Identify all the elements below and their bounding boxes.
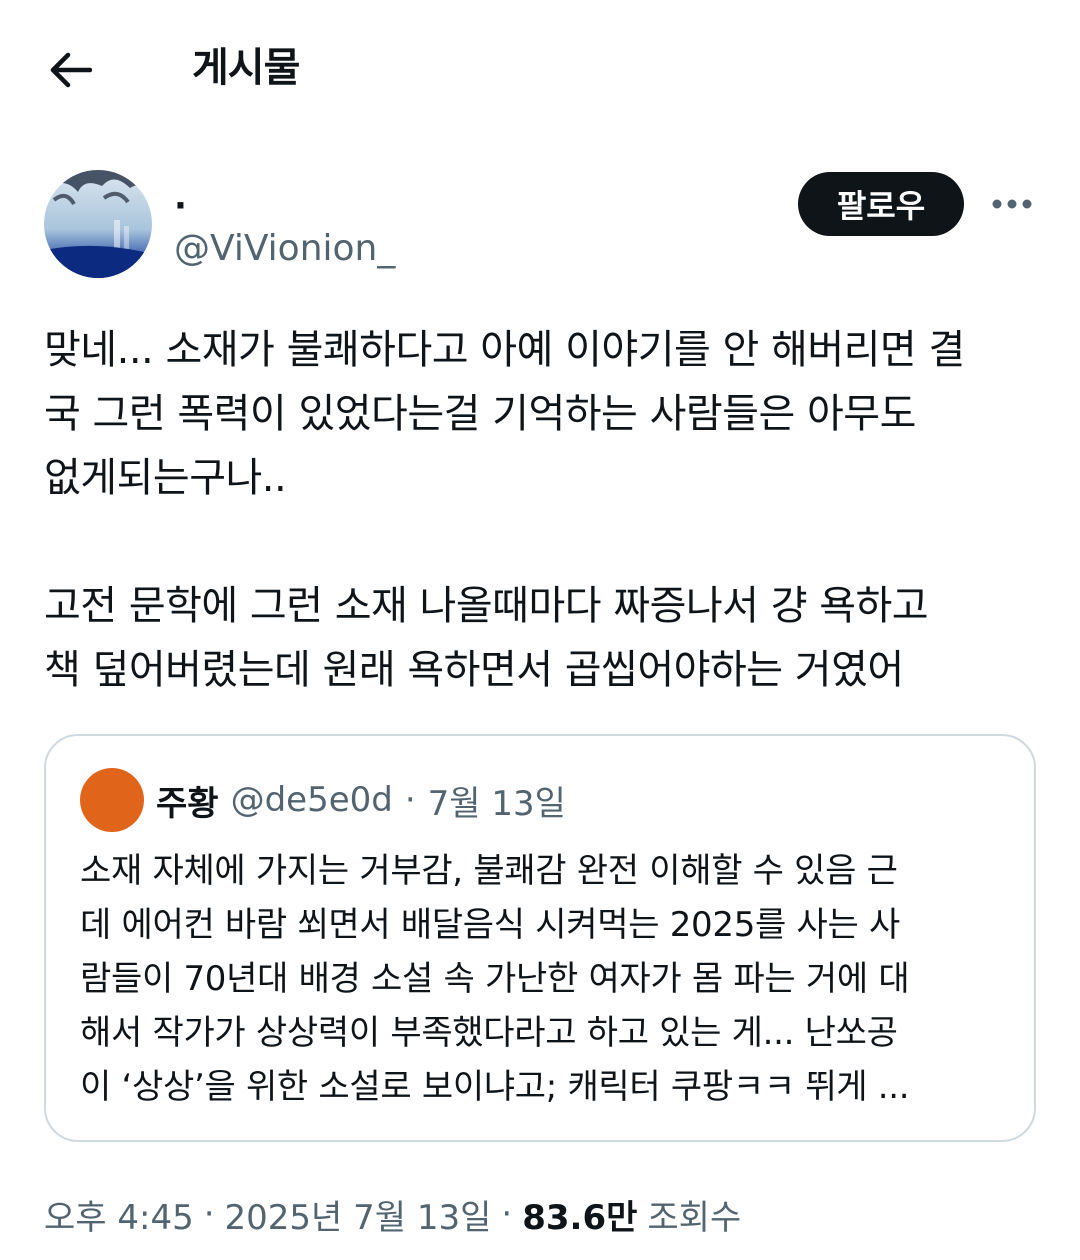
back-button[interactable] <box>40 42 100 98</box>
avatar[interactable] <box>44 170 152 278</box>
author-row: · @ViVionion_ 팔로우 <box>0 168 1080 288</box>
quoted-post-meta: 주황 @de5e0d · 7월 13일 <box>156 774 566 826</box>
views-label: 조회수 <box>647 1197 742 1238</box>
separator-dot: · <box>501 1194 513 1234</box>
avatar-image <box>44 170 152 278</box>
more-dots-icon <box>992 199 1032 209</box>
quoted-post-text: 소재 자체에 가지는 거부감, 불쾌감 완전 이해할 수 있음 근 데 에어컨 … <box>80 851 910 1107</box>
quoted-author-avatar <box>80 768 144 832</box>
author-handle[interactable]: @ViVionion_ <box>174 226 395 272</box>
separator-dot: · <box>404 780 416 820</box>
quoted-author-handle: @de5e0d <box>230 780 393 820</box>
post-meta-row: 오후 4:45 · 2025년 7월 13일 · 83.6만 조회수 <box>44 1186 741 1242</box>
post-date[interactable]: 2025년 7월 13일 <box>225 1190 492 1239</box>
top-bar: 게시물 <box>0 0 1080 136</box>
arrow-left-icon <box>50 52 92 88</box>
post-time[interactable]: 오후 4:45 <box>44 1190 194 1239</box>
follow-button[interactable]: 팔로우 <box>798 172 964 236</box>
quoted-post-date: 7월 13일 <box>427 783 566 824</box>
separator-dot: · <box>203 1194 215 1234</box>
page-title: 게시물 <box>192 45 300 91</box>
more-options-button[interactable] <box>986 178 1038 230</box>
post-text: 맞네... 소재가 불쾌하다고 아예 이야기를 안 해버리면 결 국 그런 폭력… <box>44 327 965 693</box>
quoted-post[interactable]: 주황 @de5e0d · 7월 13일 소재 자체에 가지는 거부감, 불쾌감 … <box>44 734 1036 1142</box>
author-display-name[interactable]: · <box>174 186 187 226</box>
quoted-author-name: 주황 <box>156 783 219 824</box>
views-count[interactable]: 83.6만 <box>522 1190 637 1239</box>
